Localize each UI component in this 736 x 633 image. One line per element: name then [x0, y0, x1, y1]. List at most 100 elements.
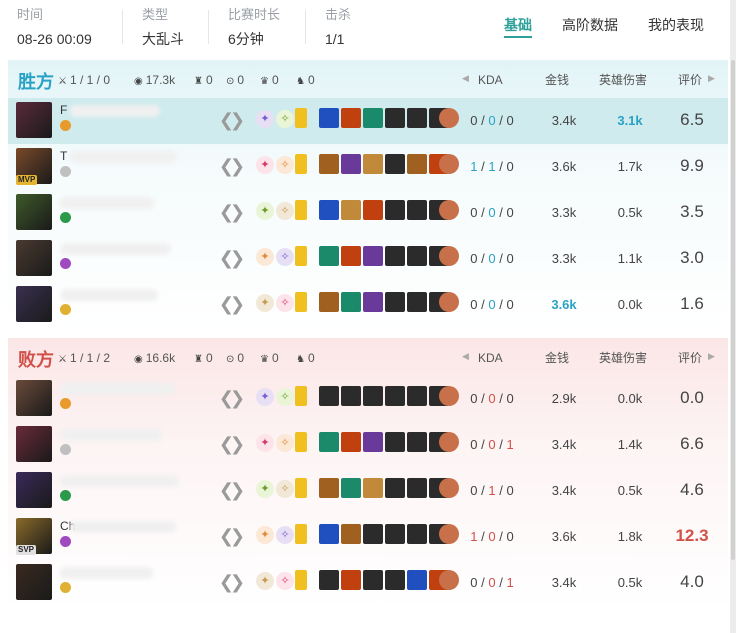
- item-slot[interactable]: [295, 386, 307, 406]
- tab-advanced-data[interactable]: 高阶数据: [562, 14, 618, 38]
- champion-avatar[interactable]: [16, 194, 52, 230]
- item-slot[interactable]: [319, 478, 339, 498]
- item-slot[interactable]: [295, 154, 307, 174]
- item-slot[interactable]: [319, 524, 339, 544]
- scroll-left-icon[interactable]: ◀: [462, 73, 469, 84]
- ward-trinket-icon[interactable]: [439, 432, 459, 452]
- item-slot[interactable]: [295, 570, 307, 590]
- item-slot[interactable]: [407, 478, 427, 498]
- player-name[interactable]: [60, 195, 180, 209]
- champion-avatar[interactable]: [16, 380, 52, 416]
- player-name[interactable]: T: [60, 149, 180, 163]
- tab-my-performance[interactable]: 我的表现: [648, 14, 704, 38]
- item-slot[interactable]: [385, 246, 405, 266]
- scroll-right-icon[interactable]: ▶: [708, 73, 715, 84]
- ward-trinket-icon[interactable]: [439, 200, 459, 220]
- ward-trinket-icon[interactable]: [439, 108, 459, 128]
- item-slot[interactable]: [407, 292, 427, 312]
- player-row[interactable]: ❮❯ ✦ ✧ 0 / 0 / 0 3.3k 1.1k 3.0: [8, 236, 728, 282]
- item-slot[interactable]: [295, 246, 307, 266]
- champion-avatar[interactable]: [16, 286, 52, 322]
- item-slot[interactable]: [363, 432, 383, 452]
- champion-avatar[interactable]: [16, 102, 52, 138]
- item-slot[interactable]: [319, 108, 339, 128]
- player-name[interactable]: [60, 287, 180, 301]
- item-slot[interactable]: [319, 154, 339, 174]
- champion-avatar[interactable]: [16, 564, 52, 600]
- item-slot[interactable]: [407, 432, 427, 452]
- item-slot[interactable]: [385, 478, 405, 498]
- item-slot[interactable]: [385, 154, 405, 174]
- ward-trinket-icon[interactable]: [439, 154, 459, 174]
- scroll-right-icon[interactable]: ▶: [708, 351, 715, 362]
- item-slot[interactable]: [341, 386, 361, 406]
- item-slot[interactable]: [407, 108, 427, 128]
- item-slot[interactable]: [341, 432, 361, 452]
- item-slot[interactable]: [341, 108, 361, 128]
- item-slot[interactable]: [385, 524, 405, 544]
- item-slot[interactable]: [407, 524, 427, 544]
- item-slot[interactable]: [385, 292, 405, 312]
- player-name[interactable]: [60, 565, 180, 579]
- player-name[interactable]: [60, 473, 180, 487]
- item-slot[interactable]: [363, 200, 383, 220]
- tab-basic[interactable]: 基础: [504, 14, 532, 38]
- player-row[interactable]: SVP Ch ❮❯ ✦ ✧ 1 / 0 / 0 3.6k 1.8k 12.3: [8, 514, 728, 560]
- player-row[interactable]: ❮❯ ✦ ✧ 0 / 1 / 0 3.4k 0.5k 4.6: [8, 468, 728, 514]
- item-slot[interactable]: [341, 292, 361, 312]
- item-slot[interactable]: [341, 246, 361, 266]
- ward-trinket-icon[interactable]: [439, 570, 459, 590]
- item-slot[interactable]: [319, 432, 339, 452]
- item-slot[interactable]: [341, 200, 361, 220]
- item-slot[interactable]: [341, 524, 361, 544]
- item-slot[interactable]: [407, 154, 427, 174]
- item-slot[interactable]: [295, 200, 307, 220]
- player-row[interactable]: ❮❯ ✦ ✧ 0 / 0 / 1 3.4k 0.5k 4.0: [8, 560, 728, 606]
- item-slot[interactable]: [385, 200, 405, 220]
- item-slot[interactable]: [295, 108, 307, 128]
- item-slot[interactable]: [363, 524, 383, 544]
- item-slot[interactable]: [407, 386, 427, 406]
- item-slot[interactable]: [319, 386, 339, 406]
- item-slot[interactable]: [363, 478, 383, 498]
- item-slot[interactable]: [341, 570, 361, 590]
- item-slot[interactable]: [295, 292, 307, 312]
- item-slot[interactable]: [363, 154, 383, 174]
- scroll-left-icon[interactable]: ◀: [462, 351, 469, 362]
- scrollbar-thumb[interactable]: [731, 60, 735, 560]
- item-slot[interactable]: [363, 292, 383, 312]
- player-name[interactable]: [60, 241, 180, 255]
- item-slot[interactable]: [341, 154, 361, 174]
- ward-trinket-icon[interactable]: [439, 246, 459, 266]
- item-slot[interactable]: [385, 108, 405, 128]
- player-row[interactable]: ❮❯ ✦ ✧ 0 / 0 / 0 2.9k 0.0k 0.0: [8, 376, 728, 422]
- item-slot[interactable]: [407, 246, 427, 266]
- item-slot[interactable]: [385, 386, 405, 406]
- player-row[interactable]: F ❮❯ ✦ ✧ 0 / 0 / 0 3.4k 3.1k 6.5: [8, 98, 728, 144]
- item-slot[interactable]: [363, 246, 383, 266]
- ward-trinket-icon[interactable]: [439, 524, 459, 544]
- ward-trinket-icon[interactable]: [439, 292, 459, 312]
- item-slot[interactable]: [385, 432, 405, 452]
- item-slot[interactable]: [319, 570, 339, 590]
- champion-avatar[interactable]: [16, 426, 52, 462]
- scrollbar[interactable]: [730, 0, 736, 633]
- item-slot[interactable]: [407, 200, 427, 220]
- item-slot[interactable]: [407, 570, 427, 590]
- player-row[interactable]: ❮❯ ✦ ✧ 0 / 0 / 0 3.3k 0.5k 3.5: [8, 190, 728, 236]
- item-slot[interactable]: [295, 524, 307, 544]
- champion-avatar[interactable]: [16, 240, 52, 276]
- item-slot[interactable]: [385, 570, 405, 590]
- item-slot[interactable]: [319, 292, 339, 312]
- player-row[interactable]: ❮❯ ✦ ✧ 0 / 0 / 0 3.6k 0.0k 1.6: [8, 282, 728, 328]
- item-slot[interactable]: [363, 108, 383, 128]
- item-slot[interactable]: [295, 478, 307, 498]
- item-slot[interactable]: [295, 432, 307, 452]
- player-name[interactable]: [60, 427, 180, 441]
- player-name[interactable]: [60, 381, 180, 395]
- item-slot[interactable]: [363, 386, 383, 406]
- champion-avatar[interactable]: [16, 472, 52, 508]
- item-slot[interactable]: [319, 200, 339, 220]
- item-slot[interactable]: [319, 246, 339, 266]
- player-row[interactable]: MVP T ❮❯ ✦ ✧ 1 / 1 / 0 3.6k 1.7k 9.9: [8, 144, 728, 190]
